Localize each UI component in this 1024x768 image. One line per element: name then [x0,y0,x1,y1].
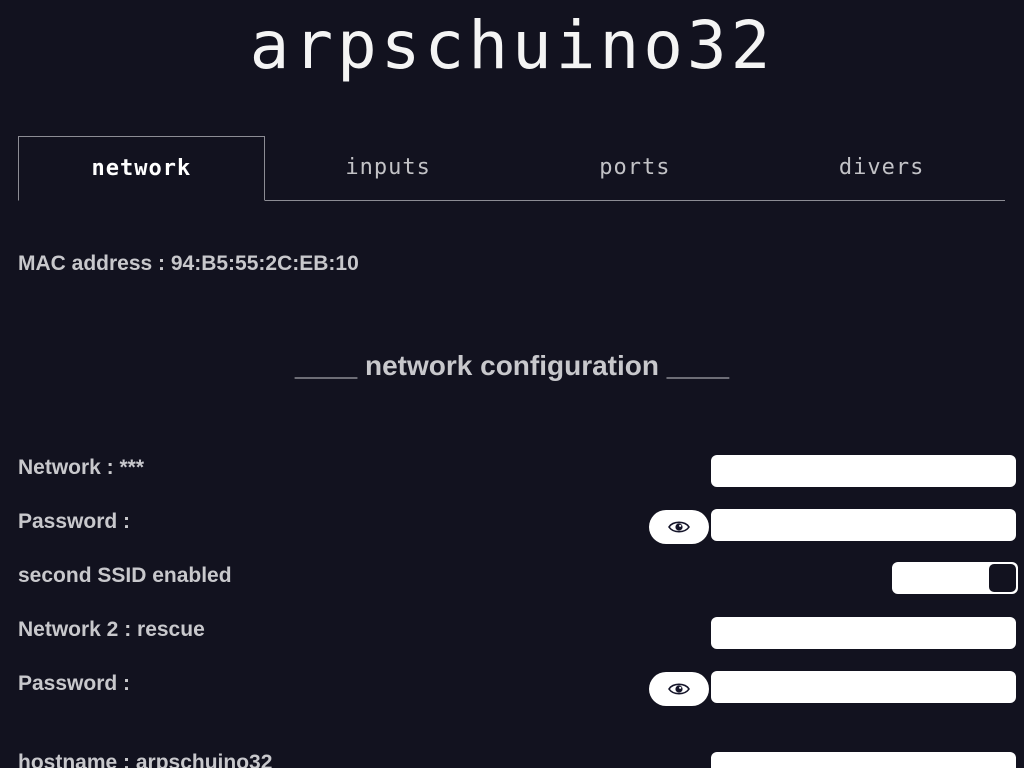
second-ssid-toggle[interactable] [892,562,1018,594]
password2-input[interactable] [711,671,1016,703]
app-title: arpschuino32 [249,7,775,84]
network-label: Network : *** [18,456,145,479]
eye-icon [668,683,690,695]
hostname-label: hostname : arpschuino32 [18,751,273,768]
toggle-knob [988,563,1017,593]
eye-icon [668,521,690,533]
section-heading: ____ network configuration ____ [294,350,730,381]
password-label: Password : [18,510,131,533]
tab-network[interactable]: network [18,136,265,201]
network2-label: Network 2 : rescue [18,618,205,641]
hostname-input[interactable] [711,752,1016,768]
tab-bar: network inputs ports divers [18,136,1005,201]
tab-divers[interactable]: divers [758,136,1005,200]
show-password2-button[interactable] [649,672,709,706]
mac-address: MAC address : 94:B5:55:2C:EB:10 [18,252,359,275]
password-input[interactable] [711,509,1016,541]
password2-label: Password : [18,672,131,695]
tab-inputs[interactable]: inputs [265,136,512,200]
network2-ssid-input[interactable] [711,617,1016,649]
network-ssid-input[interactable] [711,455,1016,487]
tab-ports[interactable]: ports [512,136,759,200]
show-password-button[interactable] [649,510,709,544]
second-ssid-label: second SSID enabled [18,564,232,587]
